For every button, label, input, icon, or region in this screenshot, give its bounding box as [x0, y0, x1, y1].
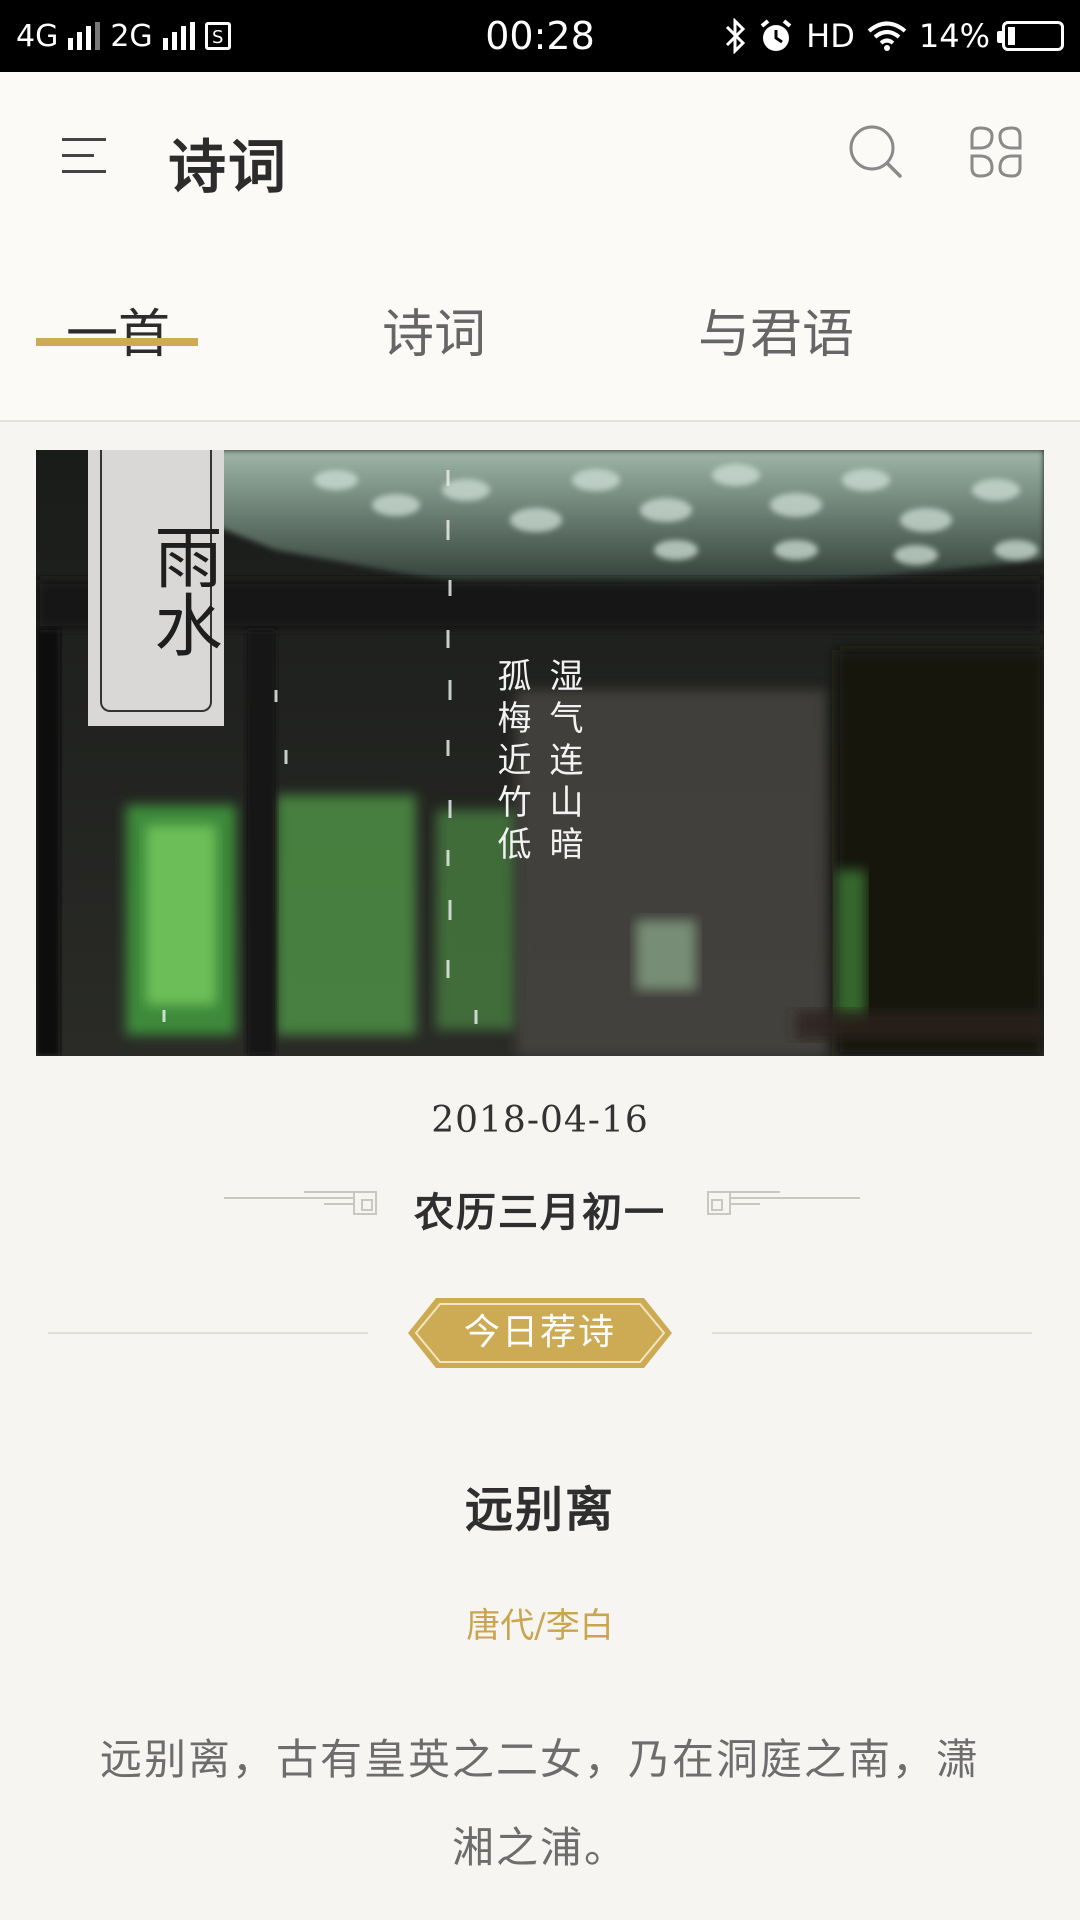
wifi-icon [867, 21, 907, 51]
battery-icon [997, 21, 1064, 51]
banner-poem-line: 孤梅近竹低 [491, 658, 531, 868]
status-time: 00:28 [485, 14, 595, 58]
battery-percent: 14% [918, 17, 990, 55]
tab-shici[interactable]: 诗词 [382, 292, 486, 418]
tab-bar: 一首 诗词 与君语 [0, 292, 1080, 418]
tab-yishou[interactable]: 一首 [66, 292, 170, 418]
battery-fill [1008, 27, 1015, 45]
active-tab-indicator [36, 338, 198, 346]
solar-term-text: 雨水 [142, 522, 221, 658]
banner-poem-line: 湿气连山暗 [543, 658, 583, 868]
page-title: 诗词 [168, 133, 289, 201]
grid-menu-icon[interactable] [966, 122, 1026, 182]
app-header: 诗词 一首 诗词 与君语 [0, 72, 1080, 422]
lunar-date: 农历三月初一 [414, 1189, 666, 1236]
divider [48, 1332, 368, 1334]
gregorian-date: 2018-04-16 [431, 1100, 649, 1141]
tab-yujunyu[interactable]: 与君语 [698, 292, 854, 418]
hd-voice-label: HD [806, 17, 855, 55]
badge-label: 今日荐诗 [463, 1312, 616, 1353]
divider [712, 1332, 1032, 1334]
status-bar: 4G 2G S 00:28 HD 14% [0, 0, 1080, 72]
poem-title[interactable]: 远别离 [0, 1470, 1080, 1540]
menu-icon[interactable] [62, 132, 106, 176]
daily-recommendation-badge: 今日荐诗 [406, 1296, 674, 1370]
right-ornament-icon [707, 1191, 860, 1215]
solar-term-label: 雨水 [88, 450, 224, 726]
poem-body: 远别离，古有皇英之二女，乃在洞庭之南，潇湘之浦。 [99, 1735, 980, 1872]
poem-author[interactable]: 唐代/李白 [0, 1598, 1080, 1647]
banner-image[interactable]: 雨水 湿气连山暗 孤梅近竹低 [36, 450, 1044, 1056]
lunar-date-row: 农历三月初一 [0, 1180, 1080, 1240]
alarm-clock-icon [760, 19, 792, 51]
recommendation-row: 今日荐诗 [0, 1296, 1080, 1370]
status-right: HD 14% [724, 0, 1064, 72]
search-icon[interactable] [846, 122, 906, 182]
bluetooth-icon [726, 18, 746, 54]
